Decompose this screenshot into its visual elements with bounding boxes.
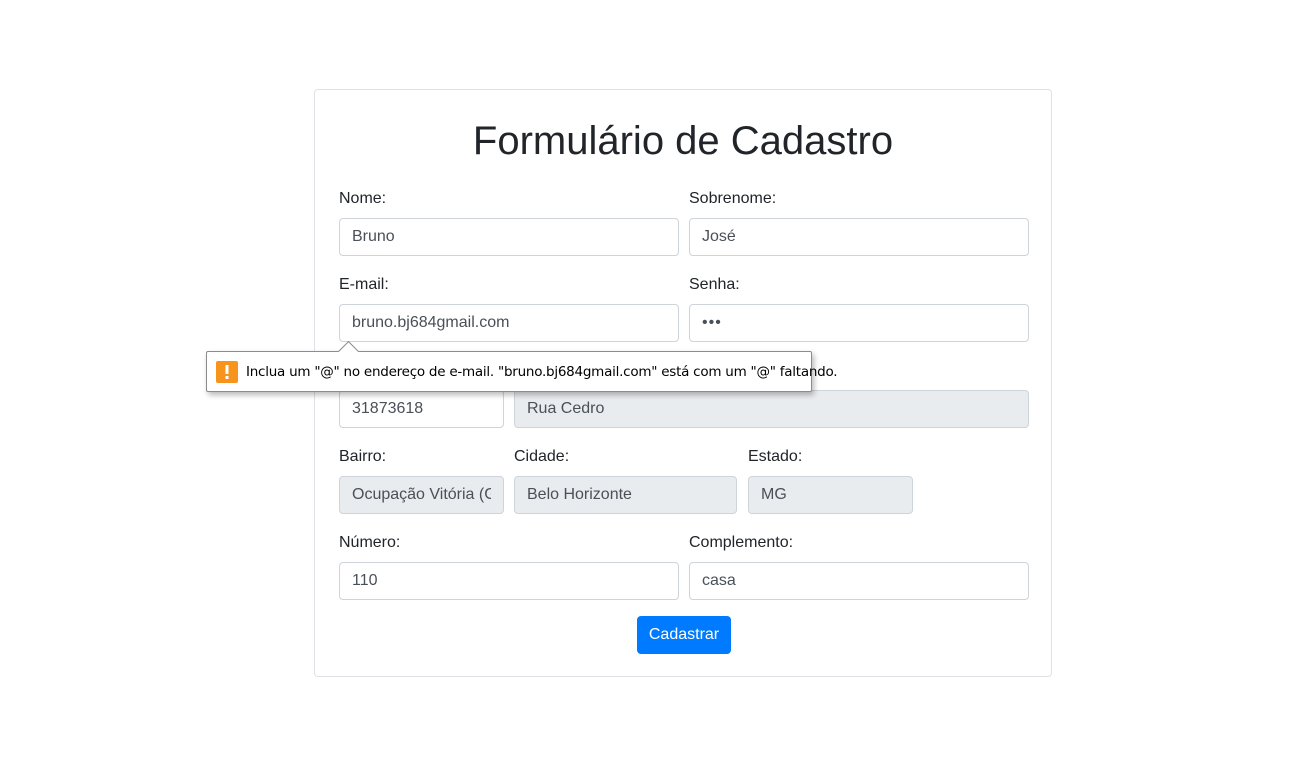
bairro-input[interactable]: [339, 476, 504, 514]
warning-icon: [216, 361, 238, 383]
senha-input[interactable]: [689, 304, 1029, 342]
sobrenome-label: Sobrenome:: [689, 190, 777, 207]
email-input[interactable]: [339, 304, 679, 342]
cidade-label: Cidade:: [514, 448, 570, 465]
tooltip-message: Inclua um "@" no endereço de e-mail. "br…: [246, 364, 838, 380]
cep-input[interactable]: [339, 390, 504, 428]
estado-input[interactable]: [748, 476, 913, 514]
nome-label: Nome:: [339, 190, 387, 207]
complemento-label: Complemento:: [689, 534, 794, 551]
estado-label: Estado:: [748, 448, 803, 465]
sobrenome-input[interactable]: [689, 218, 1029, 256]
email-validation-tooltip: Inclua um "@" no endereço de e-mail. "br…: [206, 340, 838, 392]
bairro-label: Bairro:: [339, 448, 387, 465]
page-title: Formulário de Cadastro: [472, 119, 894, 163]
cadastrar-button[interactable]: Cadastrar: [637, 616, 731, 654]
cidade-input[interactable]: [514, 476, 737, 514]
senha-label: Senha:: [689, 276, 740, 293]
numero-input[interactable]: [339, 562, 679, 600]
nome-input[interactable]: [339, 218, 679, 256]
email-label: E-mail:: [339, 276, 389, 293]
complemento-input[interactable]: [689, 562, 1029, 600]
rua-input[interactable]: [514, 390, 1029, 428]
numero-label: Número:: [339, 534, 401, 551]
